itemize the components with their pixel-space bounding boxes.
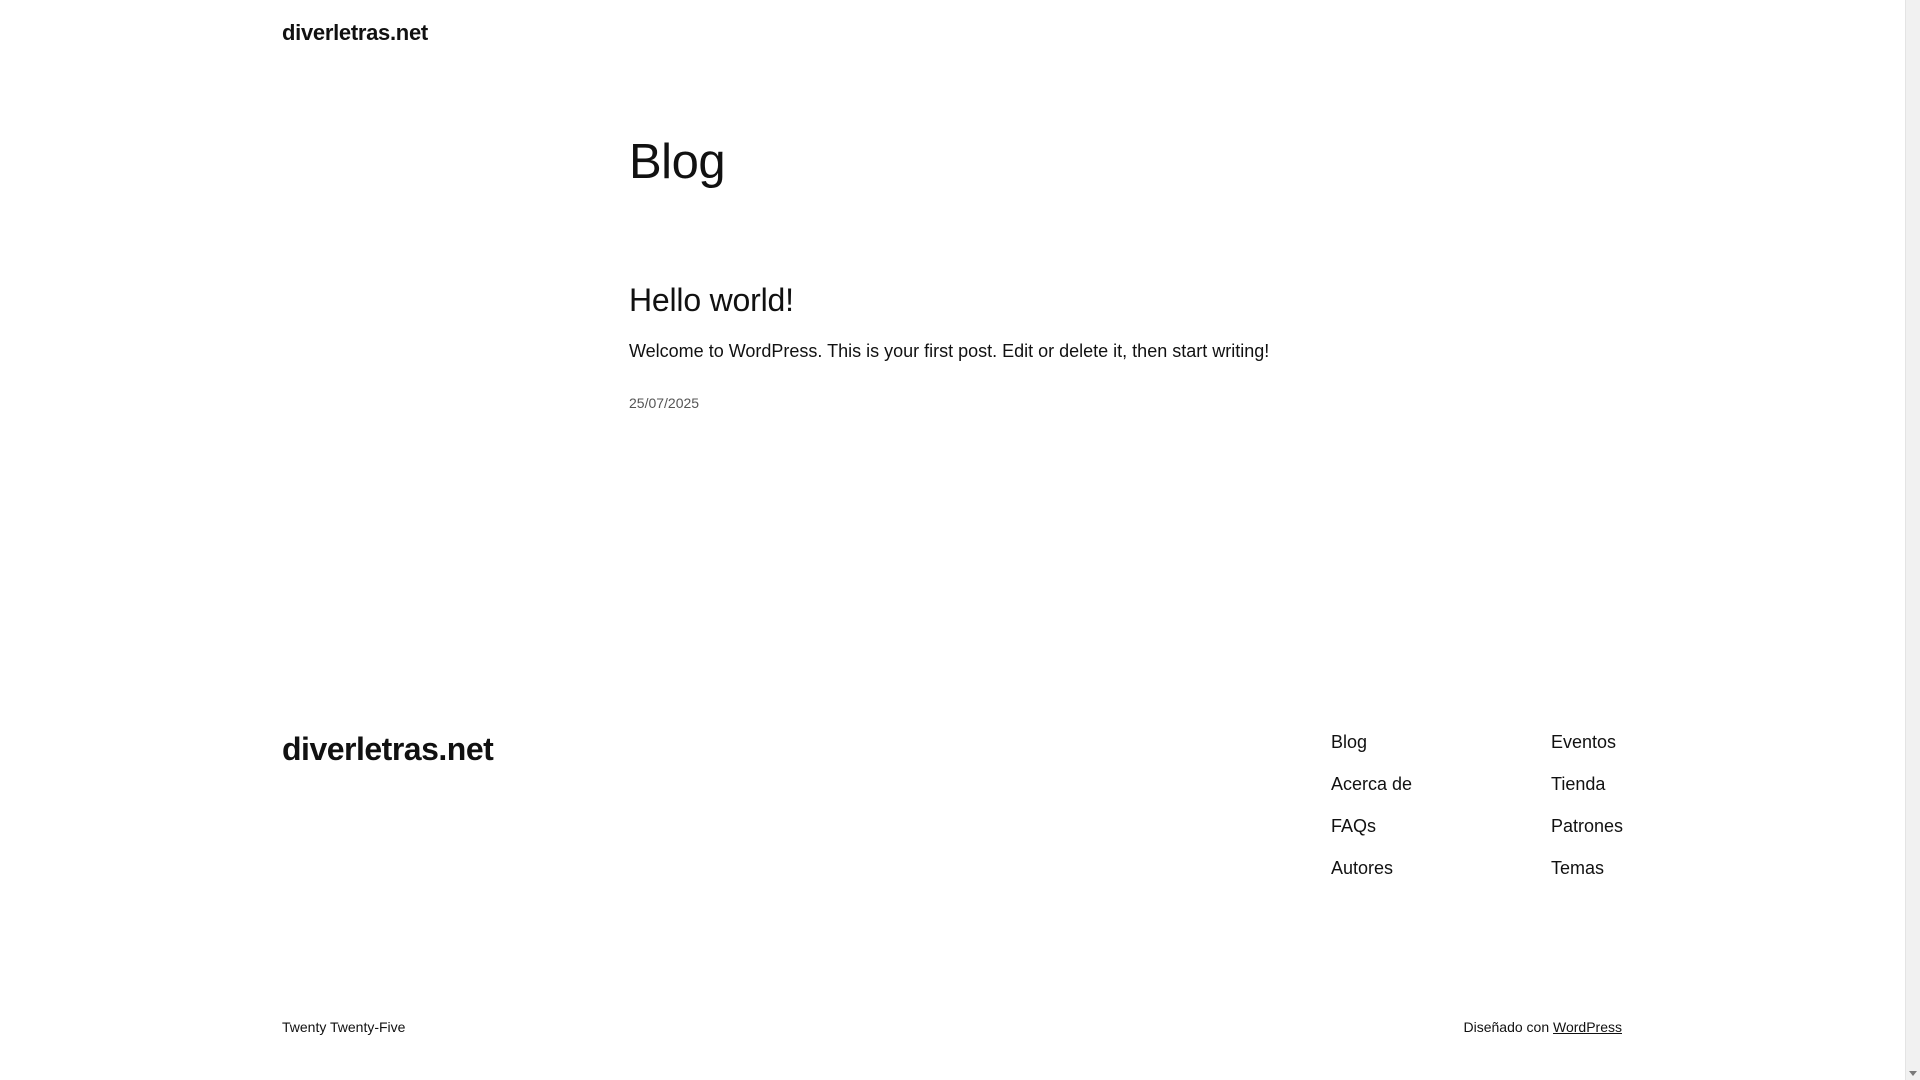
post-date[interactable]: 25/07/2025 xyxy=(629,395,699,411)
footer-link-acerca-de[interactable]: Acerca de xyxy=(1331,772,1412,796)
scroll-down-arrow-icon[interactable] xyxy=(1909,1071,1917,1076)
page-title: Blog xyxy=(629,135,726,189)
designed-with-text: Diseñado con xyxy=(1463,1019,1550,1035)
footer-nav-column-2: Eventos Tienda Patrones Temas xyxy=(1551,730,1623,878)
scrollbar-thumb[interactable] xyxy=(1908,0,1918,1050)
wordpress-link[interactable]: WordPress xyxy=(1553,1019,1622,1035)
footer-link-autores[interactable]: Autores xyxy=(1331,856,1412,880)
post-excerpt: Welcome to WordPress. This is your first… xyxy=(629,341,1270,361)
designed-with-credit: Diseñado con WordPress xyxy=(1464,1019,1623,1035)
footer-link-blog[interactable]: Blog xyxy=(1331,730,1412,754)
post-title-link[interactable]: Hello world! xyxy=(629,284,794,316)
footer-nav-column-1: Blog Acerca de FAQs Autores xyxy=(1331,730,1412,878)
page: diverletras.net Blog Hello world! Welcom… xyxy=(0,0,1905,1080)
footer-link-tienda[interactable]: Tienda xyxy=(1551,772,1623,796)
theme-credit: Twenty Twenty-Five xyxy=(282,1019,406,1035)
footer-link-faqs[interactable]: FAQs xyxy=(1331,814,1412,838)
vertical-scrollbar[interactable] xyxy=(1905,0,1920,1080)
footer-link-patrones[interactable]: Patrones xyxy=(1551,814,1623,838)
footer-link-eventos[interactable]: Eventos xyxy=(1551,730,1623,754)
footer-site-title-link[interactable]: diverletras.net xyxy=(282,731,494,768)
footer-link-temas[interactable]: Temas xyxy=(1551,856,1623,880)
site-title-link[interactable]: diverletras.net xyxy=(282,20,428,46)
